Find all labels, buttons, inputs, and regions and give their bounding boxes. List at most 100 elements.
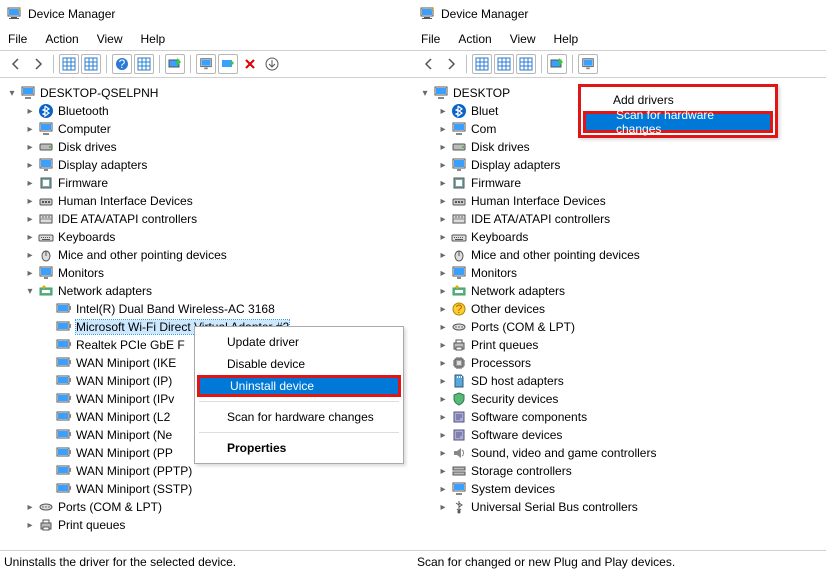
tree-category[interactable]: ▸Disk drives bbox=[417, 138, 826, 156]
tree-category[interactable]: ▸Software devices bbox=[417, 426, 826, 444]
uninstall-device-button[interactable] bbox=[240, 54, 260, 74]
expand-icon[interactable]: ▸ bbox=[24, 195, 36, 207]
tree-category[interactable]: ▸Bluetooth bbox=[4, 102, 413, 120]
expand-icon[interactable]: ▸ bbox=[437, 105, 449, 117]
menu-file[interactable]: File bbox=[8, 32, 27, 46]
expand-icon[interactable]: ▸ bbox=[437, 501, 449, 513]
expand-icon[interactable]: ▸ bbox=[437, 321, 449, 333]
ctx-uninstall-device[interactable]: Uninstall device bbox=[197, 375, 401, 397]
expand-icon[interactable]: ▸ bbox=[437, 465, 449, 477]
scan-hw-button[interactable] bbox=[547, 54, 567, 74]
tree-category[interactable]: ▸Mice and other pointing devices bbox=[417, 246, 826, 264]
expand-icon[interactable]: ▸ bbox=[437, 393, 449, 405]
tree-root[interactable]: ▾DESKTOP-QSELPNH bbox=[4, 84, 413, 102]
expand-icon[interactable]: ▸ bbox=[24, 159, 36, 171]
expand-icon[interactable]: ▸ bbox=[437, 267, 449, 279]
expand-icon[interactable]: ▸ bbox=[437, 285, 449, 297]
device-tree[interactable]: ▾DESKTOP-QSELPNH▸Bluetooth▸Computer▸Disk… bbox=[0, 78, 413, 550]
update-driver-button[interactable] bbox=[196, 54, 216, 74]
scan-hw-button[interactable] bbox=[165, 54, 185, 74]
tree-category[interactable]: ▸SD host adapters bbox=[417, 372, 826, 390]
menu-action[interactable]: Action bbox=[458, 32, 491, 46]
expand-icon[interactable]: ▸ bbox=[437, 141, 449, 153]
expand-icon[interactable]: ▸ bbox=[437, 195, 449, 207]
tree-category[interactable]: ▸Human Interface Devices bbox=[4, 192, 413, 210]
tree-category[interactable]: ▸Processors bbox=[417, 354, 826, 372]
tree-category[interactable]: ▸Other devices bbox=[417, 300, 826, 318]
expand-icon[interactable]: ▸ bbox=[24, 267, 36, 279]
tree-category[interactable]: ▸Monitors bbox=[417, 264, 826, 282]
expand-icon[interactable]: ▸ bbox=[437, 231, 449, 243]
expand-icon[interactable]: ▸ bbox=[437, 411, 449, 423]
expand-icon[interactable]: ▸ bbox=[24, 519, 36, 531]
disable-device-button[interactable] bbox=[262, 54, 282, 74]
tree-category[interactable]: ▸Human Interface Devices bbox=[417, 192, 826, 210]
tree-category[interactable]: ▸Security devices bbox=[417, 390, 826, 408]
help-button[interactable] bbox=[112, 54, 132, 74]
tree-category[interactable]: ▾Network adapters bbox=[4, 282, 413, 300]
expand-icon[interactable]: ▸ bbox=[437, 375, 449, 387]
expand-icon[interactable]: ▸ bbox=[437, 213, 449, 225]
menu-help[interactable]: Help bbox=[554, 32, 579, 46]
tree-category[interactable]: ▸Keyboards bbox=[4, 228, 413, 246]
menu-help[interactable]: Help bbox=[141, 32, 166, 46]
tree-device[interactable]: ▸WAN Miniport (PPTP) bbox=[4, 462, 413, 480]
device-context-menu[interactable]: Update driver Disable device Uninstall d… bbox=[194, 326, 404, 464]
forward-button[interactable] bbox=[28, 54, 48, 74]
tree-category[interactable]: ▸Firmware bbox=[4, 174, 413, 192]
forward-button[interactable] bbox=[441, 54, 461, 74]
enable-device-button[interactable] bbox=[218, 54, 238, 74]
expand-icon[interactable]: ▸ bbox=[437, 357, 449, 369]
ctx-scan-hardware[interactable]: Scan for hardware changes bbox=[197, 406, 401, 428]
expand-icon[interactable]: ▸ bbox=[24, 213, 36, 225]
action-button[interactable] bbox=[134, 54, 154, 74]
properties-grid-button[interactable] bbox=[81, 54, 101, 74]
expand-icon[interactable]: ▸ bbox=[437, 249, 449, 261]
menu-action[interactable]: Action bbox=[45, 32, 78, 46]
expand-icon[interactable]: ▸ bbox=[437, 483, 449, 495]
ctx-properties[interactable]: Properties bbox=[197, 437, 401, 459]
show-hide-tree-button[interactable] bbox=[472, 54, 492, 74]
expand-icon[interactable]: ▸ bbox=[24, 123, 36, 135]
tree-category[interactable]: ▸Software components bbox=[417, 408, 826, 426]
tree-category[interactable]: ▸Print queues bbox=[417, 336, 826, 354]
action-context-menu[interactable]: Add drivers Scan for hardware changes bbox=[578, 84, 778, 138]
tree-category[interactable]: ▸Ports (COM & LPT) bbox=[417, 318, 826, 336]
tree-device[interactable]: ▸WAN Miniport (SSTP) bbox=[4, 480, 413, 498]
expand-icon[interactable]: ▾ bbox=[6, 87, 18, 99]
action-button[interactable] bbox=[516, 54, 536, 74]
tree-category[interactable]: ▸Keyboards bbox=[417, 228, 826, 246]
expand-icon[interactable]: ▸ bbox=[24, 249, 36, 261]
tree-category[interactable]: ▸Computer bbox=[4, 120, 413, 138]
expand-icon[interactable]: ▸ bbox=[437, 429, 449, 441]
ctx-update-driver[interactable]: Update driver bbox=[197, 331, 401, 353]
tree-category[interactable]: ▸Network adapters bbox=[417, 282, 826, 300]
tree-category[interactable]: ▸System devices bbox=[417, 480, 826, 498]
expand-icon[interactable]: ▸ bbox=[24, 231, 36, 243]
tree-category[interactable]: ▸Monitors bbox=[4, 264, 413, 282]
tree-category[interactable]: ▸Firmware bbox=[417, 174, 826, 192]
expand-icon[interactable]: ▸ bbox=[24, 177, 36, 189]
ctx-scan-hardware[interactable]: Scan for hardware changes bbox=[583, 111, 773, 133]
tree-category[interactable]: ▸Display adapters bbox=[417, 156, 826, 174]
tree-category[interactable]: ▸IDE ATA/ATAPI controllers bbox=[417, 210, 826, 228]
device-tree[interactable]: ▾DESKTOP▸Bluet▸Com▸Disk drives▸Display a… bbox=[413, 78, 826, 550]
menu-file[interactable]: File bbox=[421, 32, 440, 46]
expand-icon[interactable]: ▸ bbox=[437, 339, 449, 351]
expand-icon[interactable]: ▸ bbox=[24, 105, 36, 117]
back-button[interactable] bbox=[419, 54, 439, 74]
expand-icon[interactable]: ▸ bbox=[437, 177, 449, 189]
expand-icon[interactable]: ▸ bbox=[437, 159, 449, 171]
expand-icon[interactable]: ▸ bbox=[437, 303, 449, 315]
menu-view[interactable]: View bbox=[510, 32, 536, 46]
expand-icon[interactable]: ▸ bbox=[437, 123, 449, 135]
expand-icon[interactable]: ▸ bbox=[24, 141, 36, 153]
expand-icon[interactable]: ▾ bbox=[419, 87, 431, 99]
expand-icon[interactable]: ▸ bbox=[24, 501, 36, 513]
tree-category[interactable]: ▸Storage controllers bbox=[417, 462, 826, 480]
menu-view[interactable]: View bbox=[97, 32, 123, 46]
tree-category[interactable]: ▸Sound, video and game controllers bbox=[417, 444, 826, 462]
properties-grid-button[interactable] bbox=[494, 54, 514, 74]
back-button[interactable] bbox=[6, 54, 26, 74]
expand-icon[interactable]: ▸ bbox=[437, 447, 449, 459]
